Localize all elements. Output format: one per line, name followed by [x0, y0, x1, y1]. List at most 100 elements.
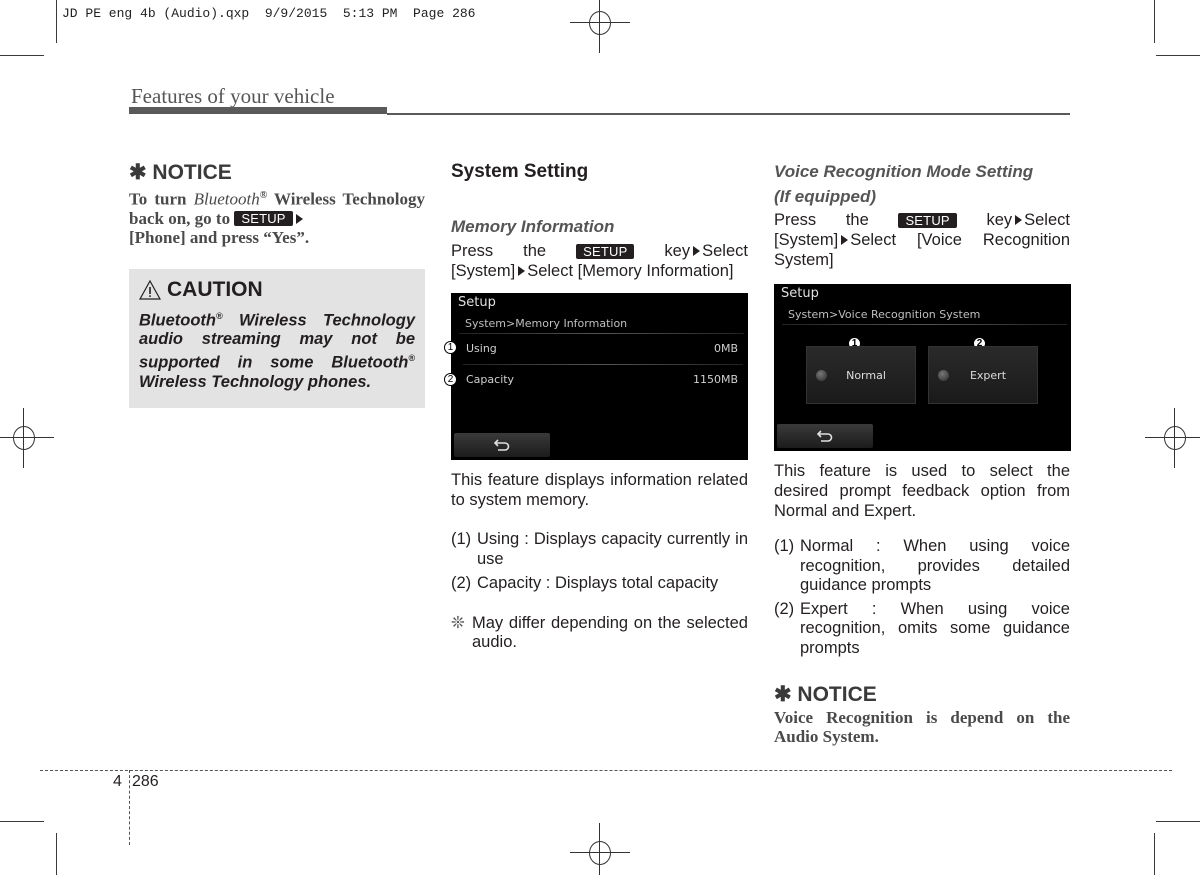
registration-mark-icon: [570, 823, 630, 875]
notice-box: ✱ NOTICE Voice Recognition is depend on …: [774, 682, 1070, 746]
screen-breadcrumb: System>Memory Information: [465, 317, 628, 330]
list-item: (1) Using : Displays capacity currently …: [451, 530, 748, 569]
normal-option-button[interactable]: Normal: [806, 346, 916, 404]
setup-key-badge: SETUP: [898, 212, 957, 228]
right-column: Voice Recognition Mode Setting (If equip…: [774, 160, 1071, 746]
setup-key-badge: SETUP: [234, 210, 293, 226]
instruction-word: Press: [774, 211, 817, 229]
crop-mark: [1154, 833, 1155, 875]
note-text: May differ depending on the selected aud…: [472, 613, 748, 652]
divider: [463, 364, 743, 365]
screen-title: Setup: [458, 295, 496, 310]
divider: [782, 324, 1067, 325]
instruction-word: the: [523, 242, 547, 260]
list-number: (1): [451, 530, 472, 548]
print-slug: JD PE eng 4b (Audio).qxp 9/9/2015 5:13 P…: [62, 6, 476, 21]
list-text: Capacity : Displays total capacity: [477, 574, 719, 592]
registration-mark-icon: [0, 408, 54, 468]
crop-mark: [56, 833, 57, 875]
arrow-right-icon: [518, 266, 526, 276]
instruction-part: Select [Memory Information]: [527, 262, 734, 280]
footer-divider: [40, 770, 1172, 771]
footer-divider-vertical: [129, 770, 130, 845]
back-button[interactable]: [777, 424, 873, 448]
instruction-key-word: key: [664, 242, 691, 260]
voice-recognition-screen: Setup System>Voice Recognition System 1 …: [774, 284, 1071, 451]
section-heading: System Setting: [451, 161, 589, 182]
registration-mark-icon: [1145, 408, 1200, 468]
memory-list: (1) Using : Displays capacity currently …: [451, 530, 748, 594]
note-symbol-icon: ❊: [451, 613, 465, 632]
header-rule-thick: [129, 107, 387, 114]
notice-text: To turn Bluetooth® Wireless Technology b…: [129, 186, 425, 247]
arrow-right-icon: [841, 235, 849, 245]
back-arrow-icon: [494, 439, 510, 451]
list-number: (2): [774, 599, 795, 618]
caution-text-part: Bluetooth: [139, 311, 216, 330]
notice-box: ✱ NOTICE To turn Bluetooth® Wireless Tec…: [129, 160, 425, 247]
notice-text-part: To turn: [129, 189, 194, 209]
list-item: (2) Expert : When using voice recognitio…: [774, 600, 1070, 659]
notice-text-part: [Phone] and press “Yes”.: [129, 227, 310, 247]
radio-indicator: [938, 369, 949, 381]
left-column: ✱ NOTICE To turn Bluetooth® Wireless Tec…: [129, 160, 425, 408]
instruction-word: key Select: [986, 210, 1070, 230]
running-head: Features of your vehicle: [131, 84, 335, 108]
callout-2: 2: [444, 373, 457, 386]
instruction-word: the: [845, 211, 869, 229]
notice-text-part: Bluetooth: [193, 189, 260, 209]
expert-option-label: Expert: [969, 368, 1007, 382]
instruction-line-2: [System] Select [Memory Information]: [451, 261, 748, 281]
crop-mark: [0, 821, 44, 822]
registered-mark: ®: [215, 310, 223, 321]
radio-indicator: [816, 369, 827, 381]
subsection-heading: Memory Information: [451, 217, 615, 236]
chapter-number: 4: [113, 773, 122, 790]
notice-title: ✱ NOTICE: [129, 161, 232, 184]
instruction-line-2: [System] Select [Voice Recognition System…: [774, 230, 1070, 270]
instruction-select-word: Select: [1024, 211, 1070, 229]
instruction-line: Press the SETUP key Select: [451, 241, 748, 261]
callout-1: 1: [444, 341, 457, 354]
instruction-key-word: key: [986, 211, 1013, 229]
arrow-right-icon: [1015, 215, 1023, 225]
instruction-part: [System]: [451, 262, 516, 280]
voice-description: This feature is used to select the desir…: [774, 462, 1070, 520]
list-item: (1) Normal : When using voice recognitio…: [774, 537, 1070, 596]
expert-option-button[interactable]: Expert: [928, 346, 1038, 404]
page-number: 286: [132, 773, 159, 790]
voice-list: (1) Normal : When using voice recognitio…: [774, 537, 1070, 658]
instruction-select-word: Select: [702, 242, 748, 260]
warning-triangle-icon: [139, 279, 161, 300]
instruction-line: Press the SETUP key Select: [774, 210, 1070, 230]
list-text: Using : Displays capacity currently in u…: [477, 530, 748, 568]
crop-mark: [1154, 0, 1155, 43]
instruction-part: [System]: [774, 231, 839, 249]
crop-mark: [0, 55, 44, 56]
subsection-heading-note: (If equipped): [774, 187, 876, 206]
list-text: Expert : When using voice recognition, o…: [800, 599, 1070, 657]
back-button[interactable]: [454, 433, 550, 457]
registered-mark: ®: [408, 353, 415, 364]
list-item: (2) Capacity : Displays total capacity: [451, 574, 748, 594]
back-arrow-icon: [817, 430, 833, 442]
arrow-right-icon: [693, 246, 701, 256]
notice-title: ✱ NOTICE: [774, 683, 877, 706]
using-label: Using: [466, 342, 497, 355]
caution-title: CAUTION: [139, 277, 415, 303]
crop-mark: [1156, 55, 1200, 56]
caution-title-text: CAUTION: [167, 277, 263, 301]
caution-text-part: Wireless Technology phones.: [139, 372, 372, 391]
instruction-word: key Select: [664, 241, 748, 261]
list-text: Normal : When using voice recognition, p…: [800, 537, 1070, 594]
caution-text: Bluetooth® Wireless Technology audio str…: [139, 307, 415, 392]
list-number: (2): [451, 574, 472, 592]
normal-option-label: Normal: [846, 368, 886, 382]
using-value: 0MB: [713, 342, 738, 355]
screen-breadcrumb: System>Voice Recognition System: [788, 308, 981, 321]
arrow-right-icon: [295, 213, 303, 224]
note: ❊ May differ depending on the selected a…: [451, 614, 748, 653]
registration-mark-icon: [570, 0, 630, 53]
screen-title: Setup: [781, 286, 819, 301]
capacity-label: Capacity: [466, 373, 515, 386]
